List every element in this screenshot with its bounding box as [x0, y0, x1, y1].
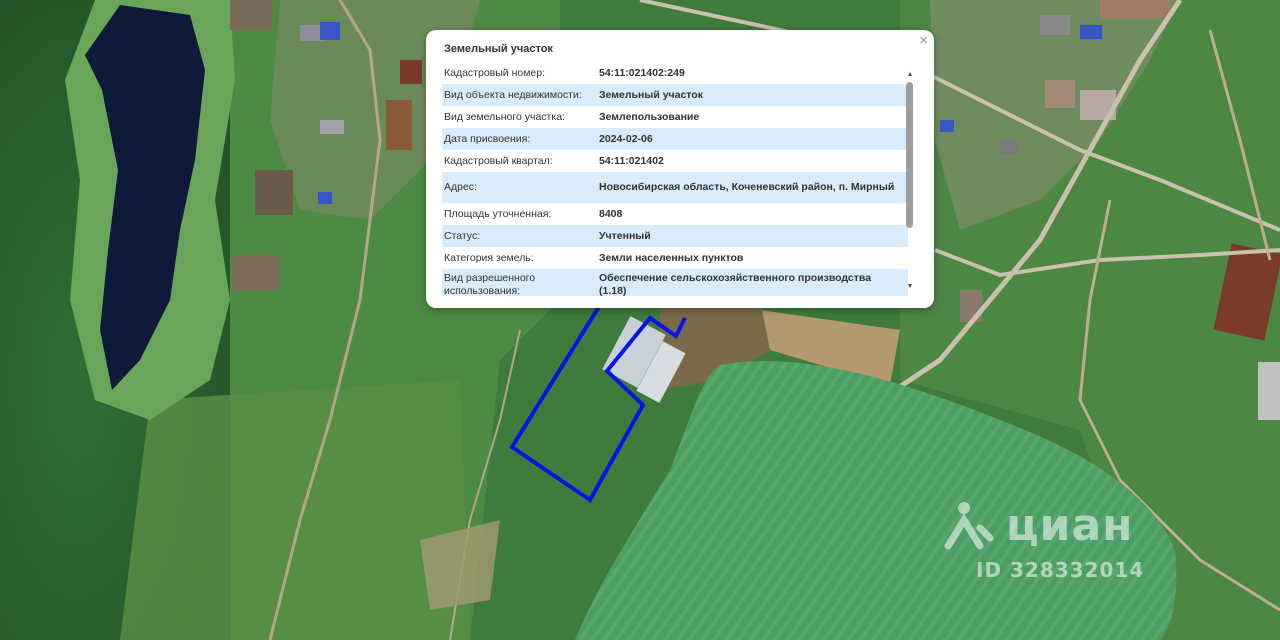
scroll-down-icon[interactable]: ▼ — [904, 282, 916, 292]
attribute-row: Кадастровый номер: 54:11:021402:249 — [442, 62, 908, 84]
popup-title: Земельный участок — [444, 43, 553, 55]
attribute-value: 8408 — [599, 207, 623, 220]
attribute-value: 54:11:021402:249 — [599, 66, 685, 79]
parcel-attributes-table: Кадастровый номер: 54:11:021402:249 Вид … — [442, 62, 908, 296]
attribute-row: Вид объекта недвижимости: Земельный учас… — [442, 84, 908, 106]
attribute-label: Категория земель: — [444, 251, 534, 264]
attribute-row: Статус: Учтенный — [442, 225, 908, 247]
popup-scrollbar[interactable]: ▲ ▼ — [904, 70, 916, 292]
cian-logo-icon — [944, 502, 994, 550]
attribute-value: Учтенный — [599, 229, 651, 242]
meadow-south — [120, 380, 470, 640]
attribute-value: Землепользование — [599, 110, 700, 123]
scroll-up-icon[interactable]: ▲ — [904, 70, 916, 80]
watermark-id: ID 328332014 — [976, 558, 1145, 582]
attribute-label: Статус: — [444, 229, 481, 242]
attribute-label: Адрес: — [444, 181, 477, 193]
attribute-row: Адрес: Новосибирская область, Коченевски… — [442, 172, 908, 203]
attribute-row: Дата присвоения: 2024-02-06 — [442, 128, 908, 150]
attribute-label: Вид земельного участка: — [444, 110, 565, 123]
attribute-row: Вид земельного участка: Землепользование — [442, 106, 908, 128]
attribute-label: Вид разрешенного использования: — [444, 271, 536, 297]
attribute-row: Площадь уточненная: 8408 — [442, 203, 908, 225]
attribute-value: 54:11:021402 — [599, 154, 664, 167]
attribute-value: Земельный участок — [599, 88, 703, 101]
watermark: циан ID 328332014 — [944, 494, 1174, 594]
attribute-row: Категория земель: Земли населенных пункт… — [442, 247, 908, 269]
attribute-row: Кадастровый квартал: 54:11:021402 — [442, 150, 908, 172]
attribute-label: Вид объекта недвижимости: — [444, 88, 582, 101]
attribute-value: Новосибирская область, Коченевский район… — [599, 181, 895, 193]
attribute-label: Дата присвоения: — [444, 132, 531, 145]
attribute-label: Кадастровый квартал: — [444, 154, 553, 167]
attribute-row: Вид разрешенного использования: Обеспече… — [442, 269, 908, 296]
scrollbar-thumb[interactable] — [906, 82, 913, 228]
attribute-value: 2024-02-06 — [599, 132, 653, 145]
parcel-info-popup: Земельный участок × Кадастровый номер: 5… — [426, 30, 934, 308]
attribute-value: Земли населенных пунктов — [599, 251, 744, 264]
close-icon[interactable]: × — [919, 32, 928, 50]
attribute-label: Площадь уточненная: — [444, 207, 552, 220]
attribute-label: Кадастровый номер: — [444, 66, 546, 79]
watermark-brand: циан — [1006, 500, 1134, 551]
attribute-value: Обеспечение сельскохозяйственного произв… — [599, 271, 872, 297]
